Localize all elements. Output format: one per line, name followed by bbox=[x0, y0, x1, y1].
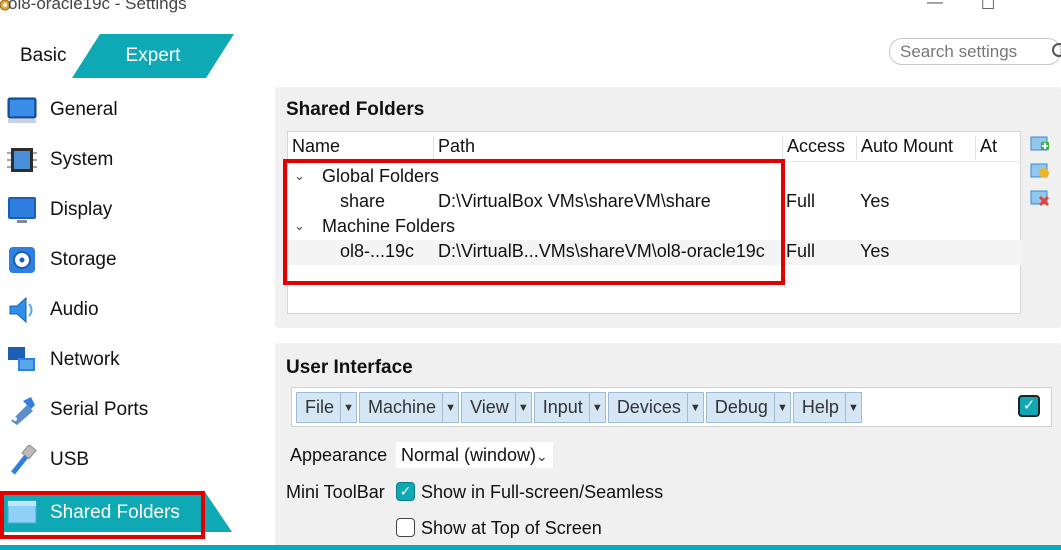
cell-name: share bbox=[340, 191, 386, 211]
edit-folder-icon[interactable] bbox=[1030, 160, 1050, 180]
menu-label: File bbox=[305, 397, 335, 417]
sidebar-item-serial-ports[interactable]: Serial Ports bbox=[0, 387, 240, 433]
sidebar-item-network[interactable]: Network bbox=[0, 337, 240, 383]
user-interface-panel: User Interface bbox=[275, 343, 1061, 550]
appearance-label: Appearance bbox=[290, 445, 388, 465]
general-icon bbox=[7, 97, 37, 123]
menu-machine[interactable]: Machine ▼ bbox=[359, 392, 460, 423]
cell-auto-mount: Yes bbox=[860, 241, 890, 261]
chevron-down-icon[interactable]: ▼ bbox=[773, 393, 790, 422]
shared-folders-table[interactable]: Name Path Access Auto Mount At ⌄ Global … bbox=[287, 131, 1021, 314]
show-top-checkbox[interactable] bbox=[396, 518, 415, 537]
sidebar-item-shared-folders[interactable]: Shared Folders bbox=[0, 492, 232, 532]
appearance-value: Normal (window) bbox=[401, 445, 537, 465]
sidebar-item-display[interactable]: Display bbox=[0, 187, 240, 233]
search-input[interactable] bbox=[890, 39, 1040, 64]
group-label: Machine Folders bbox=[322, 216, 456, 236]
menubar-strip: File ▼ Machine ▼ View ▼ Input ▼ Devices ▼ Deb… bbox=[296, 392, 864, 423]
title-bar: ol8-oracle19c - Settings — ☐ bbox=[0, 0, 1061, 20]
menu-input[interactable]: Input ▼ bbox=[533, 392, 606, 423]
remove-folder-icon[interactable] bbox=[1030, 187, 1050, 207]
show-top-label[interactable]: Show at Top of Screen bbox=[421, 518, 602, 539]
sidebar-item-label: Display bbox=[50, 199, 113, 220]
sidebar-item-general[interactable]: General bbox=[0, 87, 240, 133]
cell-access: Full bbox=[786, 191, 816, 211]
chevron-down-icon[interactable]: ▼ bbox=[588, 393, 605, 422]
audio-icon bbox=[9, 296, 33, 324]
chevron-down-icon[interactable]: ⌄ bbox=[294, 218, 305, 234]
add-folder-icon[interactable] bbox=[1030, 133, 1050, 153]
tab-expert[interactable]: Expert bbox=[72, 34, 234, 78]
table-row[interactable]: share D:\VirtualBox VMs\shareVM\share Fu… bbox=[288, 190, 1021, 215]
table-header: Name Path Access Auto Mount At bbox=[288, 132, 1020, 162]
cell-path: D:\VirtualB...VMs\shareVM\ol8-oracle19c bbox=[438, 241, 765, 261]
display-icon bbox=[8, 197, 36, 223]
menu-debug[interactable]: Debug ▼ bbox=[705, 392, 791, 423]
sidebar-item-audio[interactable]: Audio bbox=[0, 287, 240, 333]
group-label: Global Folders bbox=[322, 166, 440, 186]
column-header-name[interactable]: Name bbox=[288, 136, 434, 160]
menu-view[interactable]: View ▼ bbox=[461, 392, 532, 423]
chevron-down-icon[interactable]: ▼ bbox=[442, 393, 458, 422]
cell-access: Full bbox=[786, 241, 816, 261]
chevron-down-icon[interactable]: ▼ bbox=[340, 393, 356, 422]
sidebar-item-label: System bbox=[50, 149, 114, 170]
usb-icon bbox=[11, 445, 37, 475]
sidebar-item-label: General bbox=[50, 99, 118, 120]
chevron-down-icon[interactable]: ▼ bbox=[844, 393, 861, 422]
menu-label: Devices bbox=[616, 397, 681, 417]
table-row[interactable]: ol8-...19c D:\VirtualB...VMs\shareVM\ol8… bbox=[288, 240, 1021, 265]
minimize-button[interactable]: — bbox=[925, 0, 945, 12]
maximize-button[interactable]: ☐ bbox=[978, 0, 998, 14]
sidebar-item-label: USB bbox=[50, 449, 90, 470]
system-icon bbox=[7, 148, 37, 172]
user-interface-heading: User Interface bbox=[286, 357, 413, 378]
sidebar-item-label: Storage bbox=[50, 249, 117, 270]
mode-tabs: Basic Expert bbox=[0, 34, 240, 78]
group-row-global[interactable]: ⌄ Global Folders bbox=[288, 165, 1021, 190]
menu-help[interactable]: Help ▼ bbox=[792, 392, 862, 423]
menubar-enabled-checkbox[interactable]: ✓ bbox=[1018, 395, 1040, 417]
sidebar-item-label: Shared Folders bbox=[50, 502, 180, 523]
network-icon bbox=[8, 347, 35, 371]
column-header-access[interactable]: Access bbox=[783, 136, 857, 160]
show-fullscreen-checkbox[interactable]: ✓ bbox=[396, 482, 415, 501]
bottom-accent-line bbox=[0, 545, 1061, 550]
search-box[interactable] bbox=[889, 38, 1061, 65]
cell-auto-mount: Yes bbox=[860, 191, 890, 211]
menu-label: Input bbox=[542, 397, 583, 417]
chevron-down-icon[interactable]: ⌄ bbox=[294, 168, 305, 184]
chevron-down-icon: ⌄ bbox=[536, 448, 548, 464]
menu-label: Help bbox=[801, 397, 839, 417]
sidebar-item-storage[interactable]: Storage bbox=[0, 237, 240, 283]
sidebar-item-usb[interactable]: USB bbox=[0, 437, 240, 483]
menu-label: Debug bbox=[714, 397, 768, 417]
sidebar-item-label: Network bbox=[50, 349, 120, 370]
mini-toolbar-label: Mini ToolBar bbox=[286, 482, 385, 502]
menu-label: Machine bbox=[368, 397, 437, 417]
column-header-auto-mount[interactable]: Auto Mount bbox=[857, 136, 976, 160]
window-title: ol8-oracle19c - Settings bbox=[8, 0, 187, 13]
serial-ports-icon bbox=[11, 397, 35, 425]
column-header-path[interactable]: Path bbox=[434, 136, 783, 160]
shared-folders-icon bbox=[7, 500, 37, 524]
storage-icon bbox=[9, 247, 35, 273]
menubar-editor: File ▼ Machine ▼ View ▼ Input ▼ Devices ▼ Deb… bbox=[291, 387, 1052, 427]
sidebar-item-label: Serial Ports bbox=[50, 399, 149, 420]
cell-path: D:\VirtualBox VMs\shareVM\share bbox=[438, 191, 711, 211]
sidebar-item-system[interactable]: System bbox=[0, 137, 240, 183]
chevron-down-icon[interactable]: ▼ bbox=[514, 393, 531, 422]
column-header-at[interactable]: At bbox=[976, 136, 1020, 160]
menu-file[interactable]: File ▼ bbox=[296, 392, 358, 423]
menu-label: View bbox=[470, 397, 509, 417]
menu-devices[interactable]: Devices ▼ bbox=[607, 392, 704, 423]
search-icon[interactable] bbox=[1052, 43, 1061, 57]
cell-name: ol8-...19c bbox=[340, 241, 415, 261]
group-row-machine[interactable]: ⌄ Machine Folders bbox=[288, 215, 1021, 240]
show-fullscreen-label[interactable]: Show in Full-screen/Seamless bbox=[421, 482, 663, 503]
sidebar-item-label: Audio bbox=[50, 299, 99, 320]
shared-folders-heading: Shared Folders bbox=[286, 99, 425, 120]
chevron-down-icon[interactable]: ▼ bbox=[686, 393, 703, 422]
appearance-select[interactable]: Normal (window)⌄ bbox=[396, 442, 553, 468]
